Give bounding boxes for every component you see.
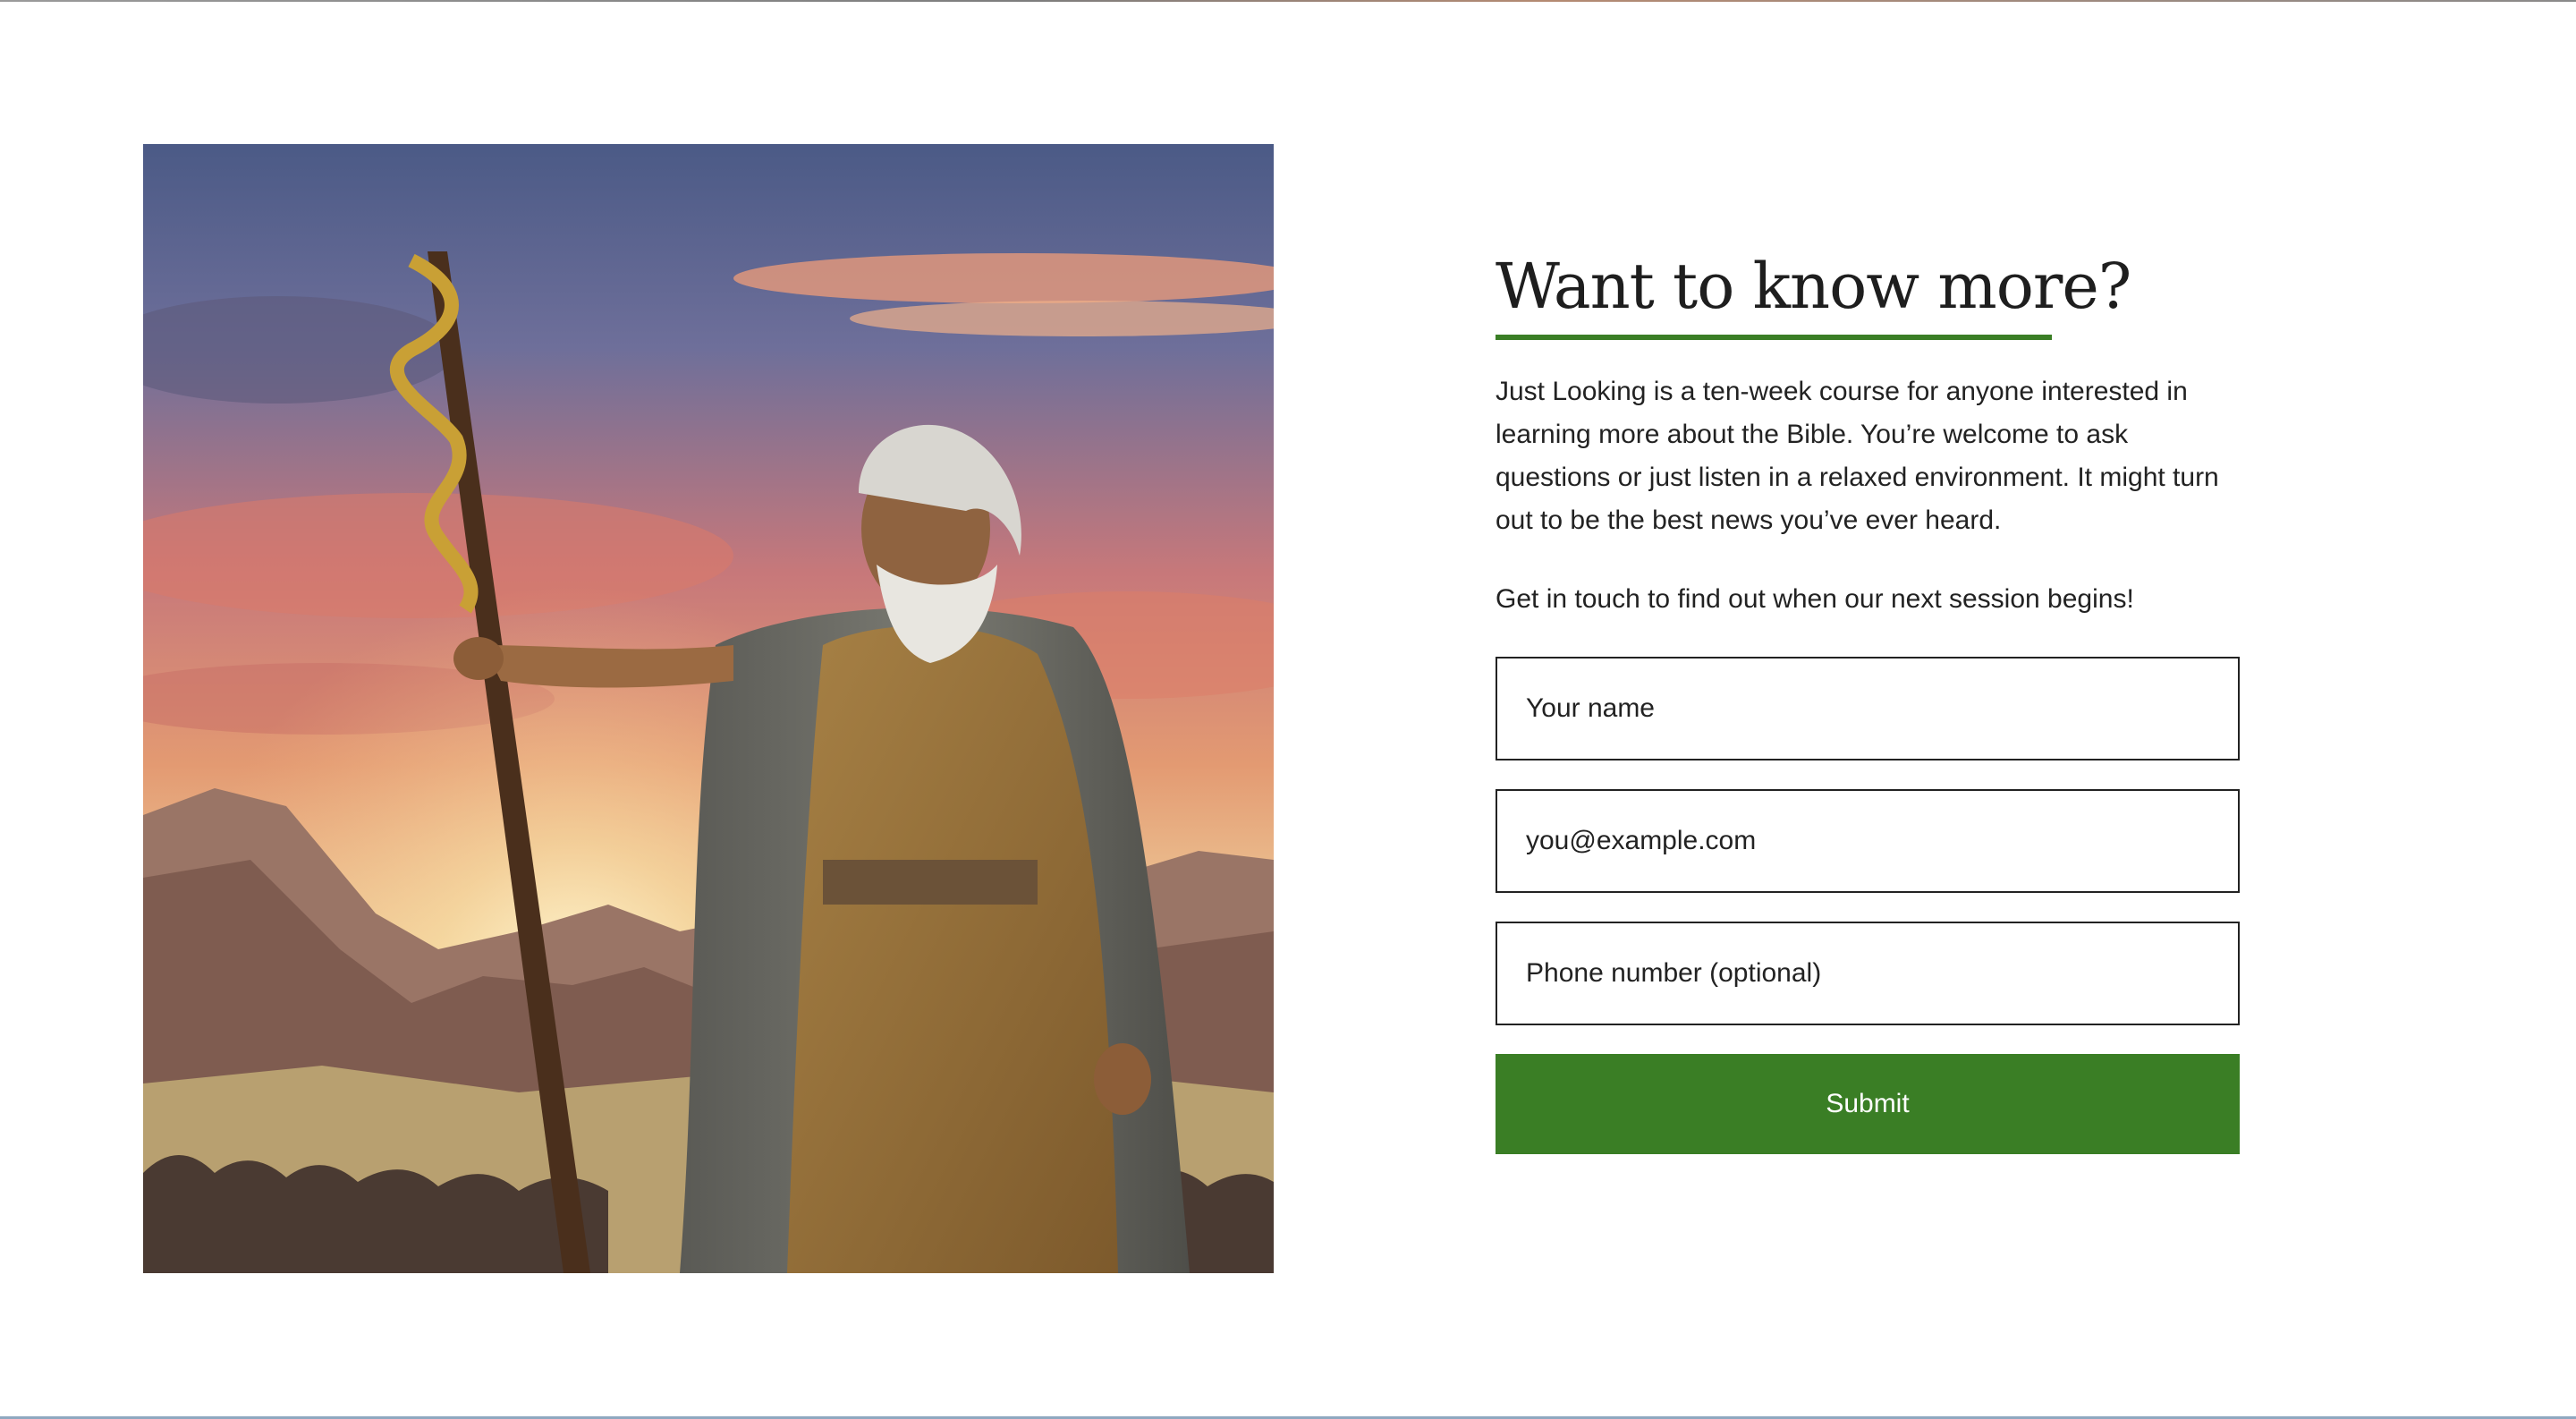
submit-button[interactable]: Submit [1496, 1054, 2240, 1154]
intro-paragraph: Just Looking is a ten-week course for an… [1496, 377, 2219, 535]
cta-paragraph: Get in touch to find out when our next s… [1496, 584, 2134, 614]
illustration-artwork [143, 144, 1274, 1273]
contact-section: Want to know more? Just Looking is a ten… [1496, 242, 2240, 1154]
section-title: Want to know more? [1496, 250, 2131, 323]
contact-form: Submit [1496, 657, 2240, 1154]
email-input[interactable] [1496, 789, 2240, 893]
title-underline [1496, 335, 2052, 340]
moses-illustration [143, 144, 1274, 1273]
name-input[interactable] [1496, 657, 2240, 760]
phone-input[interactable] [1496, 922, 2240, 1025]
page: Want to know more? Just Looking is a ten… [0, 0, 2576, 1419]
top-divider [0, 0, 2576, 2]
